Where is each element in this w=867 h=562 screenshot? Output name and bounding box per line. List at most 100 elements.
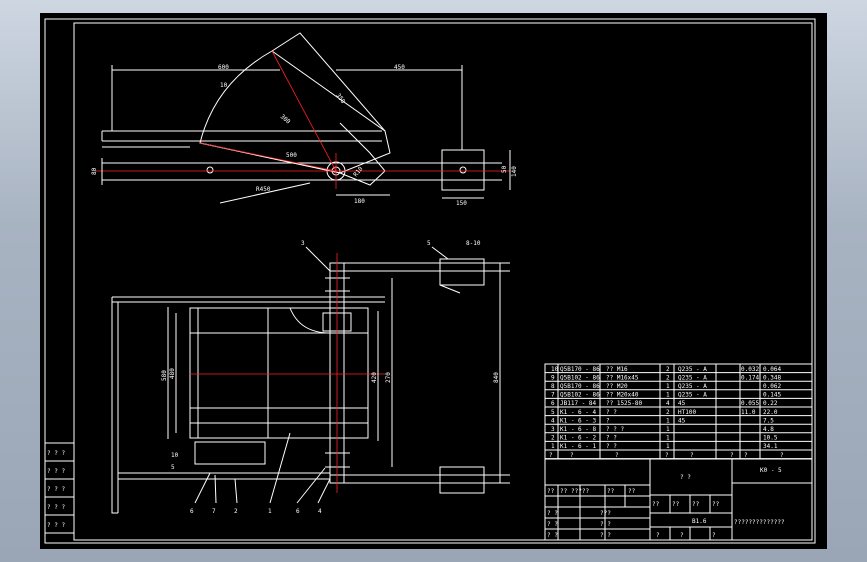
side-table-cell: ? ? ? — [47, 504, 65, 511]
tb-r4b: ? ? — [600, 521, 611, 528]
bom-cell: 4 — [666, 400, 670, 407]
side-table-cell: ? ? ? — [47, 486, 65, 493]
bom-cell: K1 - 6 - 1 — [560, 443, 597, 450]
balloon-4: 4 — [318, 508, 322, 515]
dim-180: 180 — [354, 198, 365, 205]
bom-cell: 2 — [666, 409, 670, 416]
bom-cell: Q5B102 - 86 — [560, 374, 600, 381]
drawing-sheet: 600 450 300 350 10 500 80 140 50 R450 R1… — [40, 13, 827, 549]
bom-cell: ? ? — [606, 443, 617, 450]
drawing-scale: B1.6 — [692, 518, 707, 525]
bom-cell: ? ? — [606, 409, 617, 416]
bom-cell: 2 — [666, 374, 670, 381]
tb-r1d: ?? — [607, 488, 615, 495]
bom-cell: 0.064 — [763, 366, 781, 373]
bom-cell: K1 - 6 - 2 — [560, 435, 597, 442]
bom-cell: Q5B170 - 86 — [560, 366, 600, 373]
bom-header-cell: ? — [730, 452, 734, 459]
title-block: K0 - 5 ? ? B1.6 ?????????????? ?? ?? ???… — [544, 458, 813, 541]
tb-r2d: ?? — [712, 501, 720, 508]
cad-window: 600 450 300 350 10 500 80 140 50 R450 R1… — [0, 0, 867, 562]
bom-header-cell: ? — [665, 452, 669, 459]
bom-header-cell: ? — [690, 452, 694, 459]
bom-cell: 9 — [551, 374, 555, 381]
bom-cell: 0.174 — [741, 374, 759, 381]
bom-cell: Q235 - A — [678, 366, 707, 373]
drawing-name: ? ? — [680, 474, 691, 481]
dim-300: 300 — [279, 113, 292, 126]
dim-420: 420 — [371, 372, 378, 383]
bom-cell: 10 — [551, 366, 559, 373]
dim-500: 500 — [286, 152, 297, 159]
dim-270: 270 — [385, 372, 392, 383]
side-table: ? ? ? ? ? ? ? ? ? ? ? ? ? ? ? — [44, 442, 75, 534]
bom-cell: 1 — [666, 392, 670, 399]
bom-cell: ?? M16 — [606, 366, 628, 373]
bom-cell: K1 - 6 - 8 — [560, 426, 597, 433]
bom-cell: 1 — [666, 443, 670, 450]
bom-cell: 1 — [666, 417, 670, 424]
bom-cell: ?? M20x40 — [606, 392, 639, 399]
tb-r2a: ?? — [652, 501, 660, 508]
bom-cell: Q5B170 - 86 — [560, 383, 600, 390]
bom-cell: 1 — [666, 426, 670, 433]
tb-r1e: ?? — [628, 488, 636, 495]
balloon-6: 6 — [190, 508, 194, 515]
outer-frame — [44, 18, 816, 544]
bom-cell: 0.22 — [763, 400, 778, 407]
tb-r2c: ?? — [692, 501, 700, 508]
dim-480: 480 — [169, 368, 176, 379]
bom-header-cell: ? — [549, 452, 553, 459]
cad-drawing: 600 450 300 350 10 500 80 140 50 R450 R1… — [44, 18, 816, 544]
side-table-cell: ? ? ? — [47, 522, 65, 529]
balloon-6b: 6 — [296, 508, 300, 515]
bom-cell: JB117 - 84 — [560, 400, 597, 407]
tb-r3a: ? ? — [547, 510, 558, 517]
bom-cell: ?? 1525-80 — [606, 400, 643, 407]
bom-cell: ? ? ? — [606, 426, 624, 433]
inner-frame — [73, 22, 813, 541]
tb-r5c: ? — [656, 532, 660, 539]
bom-cell: Q235 - A — [678, 374, 707, 381]
bom-cell: Q235 - A — [678, 392, 707, 399]
bom-cell: ? — [606, 417, 610, 424]
bom-cell: ?? M20 — [606, 383, 628, 390]
bom-cell: ?? M16x45 — [606, 374, 639, 381]
dim-350: 350 — [334, 92, 346, 105]
bom-cell: 10.5 — [763, 435, 778, 442]
company-name: ?????????????? — [734, 519, 785, 526]
bom-cell: 0.062 — [763, 383, 781, 390]
tb-r4a: ? ? — [547, 521, 558, 528]
side-table-cell: ? ? ? — [47, 468, 65, 475]
tb-r1a: ?? — [547, 488, 555, 495]
dim-5: 5 — [171, 464, 175, 471]
dim-r450: R450 — [256, 186, 271, 193]
front-view: 580 480 420 270 840 8-10 10 5 3 5 6 7 2 … — [111, 240, 510, 515]
tb-r3b: ??? — [600, 510, 611, 517]
bom-cell: 4.8 — [763, 426, 774, 433]
tb-r5a: ? ? — [547, 532, 558, 539]
dim-450: 450 — [394, 64, 405, 71]
bom-cell: 3 — [551, 426, 555, 433]
balloon-5: 5 — [427, 240, 431, 247]
balloon-3: 3 — [301, 240, 305, 247]
bom-table: 10 Q5B170 - 86?? M16 2 Q235 - A 0.032 0.0649 Q… — [544, 363, 813, 460]
dim-600: 600 — [218, 64, 229, 71]
side-table-cell: ? ? ? — [47, 450, 65, 457]
bom-cell: 1 — [666, 383, 670, 390]
bom-cell: K1 - 6 - 3 — [560, 417, 597, 424]
balloon-1: 1 — [268, 508, 272, 515]
bom-header-cell: ? — [744, 452, 748, 459]
bom-cell: 7.5 — [763, 417, 774, 424]
bom-cell: 0.348 — [763, 374, 781, 381]
dim-8-10: 8-10 — [466, 240, 481, 247]
bom-cell: 0.032 — [741, 366, 759, 373]
bom-cell: 7 — [551, 392, 555, 399]
dim-580: 580 — [161, 370, 168, 381]
bom-cell: ? ? — [606, 435, 617, 442]
dim-150: 150 — [456, 200, 467, 207]
tb-r2b: ?? — [672, 501, 680, 508]
bom-cell: 11.0 — [741, 409, 756, 416]
bom-cell: 0.055 — [741, 400, 759, 407]
dim-140: 140 — [511, 166, 518, 177]
